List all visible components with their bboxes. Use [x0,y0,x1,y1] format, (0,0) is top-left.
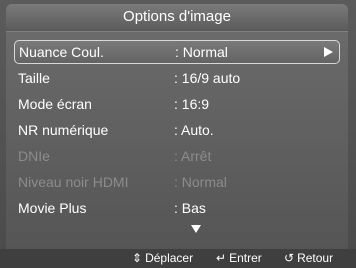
menu-item-label: NR numérique [18,122,109,138]
enter-icon: ↵ [216,251,227,265]
menu-item-value: : Arrêt [174,148,212,164]
menu-item-nr-numerique[interactable]: NR numérique : Auto. [14,118,340,142]
menu-title: Options d'image [6,4,348,30]
return-icon: ↺ [284,251,295,265]
scroll-down-icon[interactable] [191,225,201,233]
menu-item-label: Taille [18,70,50,86]
menu-item-mode-ecran[interactable]: Mode écran : 16:9 [14,92,340,116]
footer-enter: ↵ Entrer [216,249,262,268]
footer-return: ↺ Retour [284,249,333,268]
menu-item-label: DNIe [18,148,50,164]
footer-return-label: Retour [297,251,334,265]
menu-item-taille[interactable]: Taille : 16/9 auto [14,66,340,90]
menu-item-nuance-coul[interactable]: Nuance Coul. : Normal [14,40,340,64]
footer-enter-label: Entrer [229,251,262,265]
menu-item-dnie: DNIe : Arrêt [14,144,340,168]
menu-item-niveau-noir-hdmi: Niveau noir HDMI : Normal [14,170,340,194]
footer-help-bar: ⇕ Déplacer ↵ Entrer ↺ Retour [0,249,356,268]
menu-item-label: Nuance Coul. [19,44,104,60]
right-arrow-icon [324,47,333,57]
footer-move: ⇕ Déplacer [132,249,193,268]
options-menu: Nuance Coul. : Normal Taille : 16/9 auto… [6,31,348,250]
osd-window: Options d'image Nuance Coul. : Normal Ta… [0,0,356,268]
menu-item-value: : Normal [175,44,228,60]
footer-move-label: Déplacer [145,251,194,265]
menu-item-label: Niveau noir HDMI [18,174,129,190]
menu-item-label: Mode écran [18,96,92,112]
updown-icon: ⇕ [132,251,143,265]
menu-item-value: : 16:9 [174,96,210,112]
menu-item-value: : Normal [174,174,227,190]
menu-item-movie-plus[interactable]: Movie Plus : Bas [14,196,340,220]
menu-item-value: : 16/9 auto [174,70,241,86]
menu-item-value: : Auto. [174,122,214,138]
menu-item-label: Movie Plus [18,200,87,216]
menu-item-value: : Bas [174,200,206,216]
